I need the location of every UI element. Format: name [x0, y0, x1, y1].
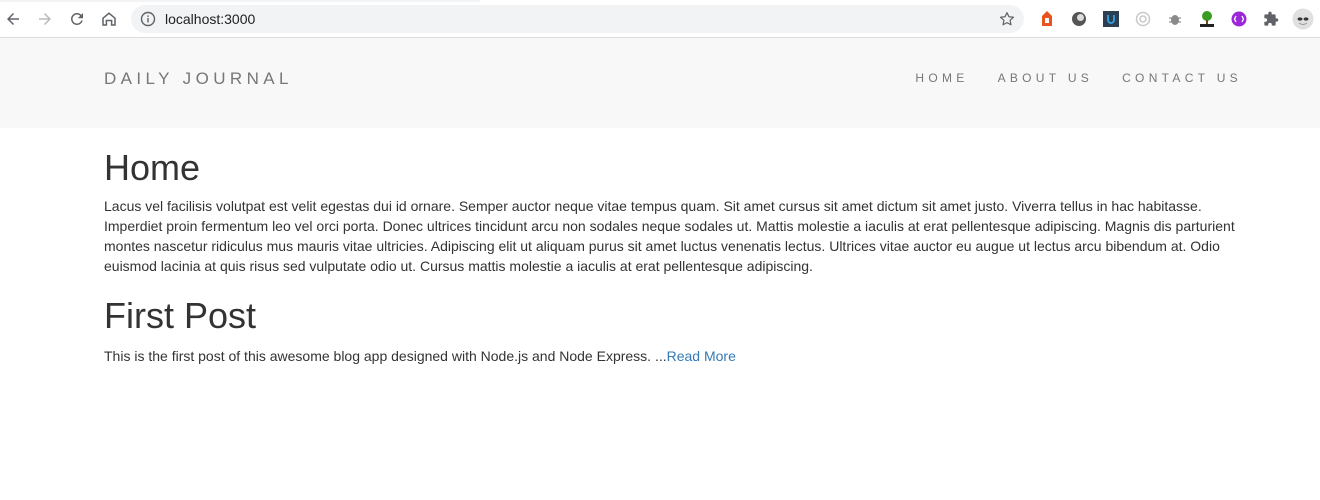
extension-bug-icon[interactable]	[1165, 9, 1185, 29]
arrow-right-icon	[39, 13, 51, 25]
browser-toolbar: localhost:3000	[0, 0, 1320, 38]
reload-button[interactable]	[65, 7, 89, 31]
extension-purple-icon[interactable]	[1229, 9, 1249, 29]
post-excerpt: This is the first post of this awesome b…	[104, 346, 1244, 366]
main-content: Home Lacus vel facilisis volutpat est ve…	[104, 128, 1244, 366]
extension-u-icon[interactable]	[1101, 9, 1121, 29]
home-intro-text: Lacus vel facilisis volutpat est velit e…	[104, 198, 1235, 274]
extension-red-icon[interactable]	[1037, 9, 1057, 29]
extension-tree-icon[interactable]	[1197, 9, 1217, 29]
extension-circle-icon[interactable]	[1069, 9, 1089, 29]
post-excerpt-text: This is the first post of this awesome b…	[104, 348, 667, 364]
brand-logo[interactable]: DAILY JOURNAL	[104, 69, 293, 89]
extension-target-icon[interactable]	[1133, 9, 1153, 29]
home-button[interactable]	[97, 7, 121, 31]
post-title: First Post	[104, 295, 257, 336]
read-more-link[interactable]: Read More	[667, 348, 736, 364]
profile-avatar-icon[interactable]	[1292, 8, 1314, 30]
nav-link-about[interactable]: ABOUT US	[998, 71, 1094, 85]
address-bar[interactable]: localhost:3000	[131, 5, 1024, 33]
puzzle-icon[interactable]	[1261, 9, 1281, 29]
page-title: Home	[104, 147, 201, 188]
forward-button[interactable]	[33, 7, 57, 31]
post-item: First Post This is the first post of thi…	[104, 296, 1244, 366]
star-icon[interactable]	[998, 10, 1016, 28]
nav-link-contact[interactable]: CONTACT US	[1122, 71, 1242, 85]
url-text[interactable]: localhost:3000	[165, 11, 255, 27]
reload-icon	[70, 12, 83, 25]
site-navbar: DAILY JOURNAL HOME ABOUT US CONTACT US	[0, 38, 1320, 128]
arrow-left-icon	[7, 13, 19, 25]
main-nav: HOME ABOUT US CONTACT US	[886, 71, 1242, 85]
info-icon[interactable]	[140, 11, 156, 27]
home-icon	[102, 12, 116, 26]
tab-strip-edge	[0, 0, 480, 2]
back-button[interactable]	[1, 7, 25, 31]
nav-link-home[interactable]: HOME	[915, 71, 968, 85]
